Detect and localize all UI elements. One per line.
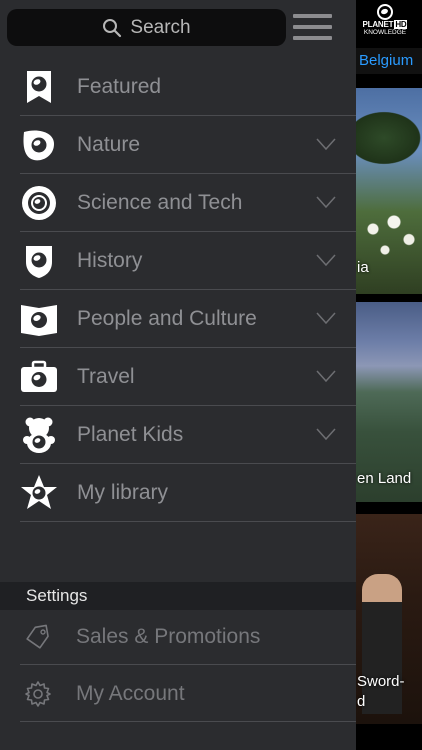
menu-item-label: Travel — [77, 365, 135, 388]
chevron-down-icon[interactable] — [316, 195, 336, 209]
content-card[interactable]: Sword- d — [356, 514, 422, 724]
menu-item-people-and-culture[interactable]: People and Culture — [0, 290, 356, 348]
menu-item-travel[interactable]: Travel — [0, 348, 356, 406]
menu-item-label: People and Culture — [77, 307, 257, 330]
chevron-down-icon[interactable] — [316, 369, 336, 383]
menu-top-bar: Search — [0, 0, 356, 58]
leaf-globe-icon — [23, 130, 54, 161]
content-card[interactable]: en Land — [356, 302, 422, 502]
chevron-down-icon[interactable] — [316, 253, 336, 267]
card-caption: ia — [357, 259, 369, 276]
bookmark-globe-icon — [27, 71, 51, 103]
menu-item-label: History — [77, 249, 143, 272]
atom-globe-icon — [22, 186, 56, 220]
teddy-bear-icon — [23, 417, 55, 453]
chevron-down-icon[interactable] — [316, 311, 336, 325]
menu-item-label: Science and Tech — [77, 191, 243, 214]
menu-item-nature[interactable]: Nature — [0, 116, 356, 174]
hamburger-menu-button[interactable] — [293, 14, 333, 42]
card-caption: Sword- d — [357, 673, 405, 710]
menu-item-label: Featured — [77, 75, 162, 98]
menu-item-history[interactable]: History — [0, 232, 356, 290]
menu-item-label: My library — [77, 481, 169, 504]
search-placeholder: Search — [130, 16, 191, 38]
gear-icon — [25, 681, 51, 707]
settings-section-header: Settings — [0, 582, 356, 610]
search-icon — [103, 18, 122, 37]
chevron-down-icon[interactable] — [316, 137, 336, 151]
menu-item-label: Planet Kids — [77, 423, 184, 446]
card-caption: en Land — [357, 470, 412, 487]
settings-item-my-account[interactable]: My Account — [0, 665, 356, 722]
search-field[interactable]: Search — [7, 9, 286, 46]
star-globe-icon — [21, 475, 57, 509]
settings-item-label: My Account — [76, 682, 185, 705]
region-link[interactable]: Belgium — [356, 48, 422, 74]
side-menu: Search Featured Nature Science and Tech … — [0, 0, 356, 750]
book-globe-icon — [21, 305, 57, 336]
globe-icon — [377, 4, 393, 20]
content-card[interactable]: ia — [356, 88, 422, 294]
planet-knowledge-logo[interactable]: PLANET HD KNOWLEDGE — [360, 4, 410, 44]
hamburger-icon — [293, 14, 332, 18]
settings-item-label: Sales & Promotions — [76, 625, 261, 648]
price-tag-icon — [26, 624, 49, 649]
menu-item-planet-kids[interactable]: Planet Kids — [0, 406, 356, 464]
menu-item-featured[interactable]: Featured — [0, 58, 356, 116]
settings-item-sales-promotions[interactable]: Sales & Promotions — [0, 608, 356, 665]
menu-item-my-library[interactable]: My library — [0, 464, 356, 522]
shield-globe-icon — [26, 246, 52, 278]
chevron-down-icon[interactable] — [316, 427, 336, 441]
suitcase-globe-icon — [21, 360, 57, 392]
menu-item-label: Nature — [77, 133, 141, 156]
menu-item-science-and-tech[interactable]: Science and Tech — [0, 174, 356, 232]
category-list: Featured Nature Science and Tech History… — [0, 58, 356, 522]
